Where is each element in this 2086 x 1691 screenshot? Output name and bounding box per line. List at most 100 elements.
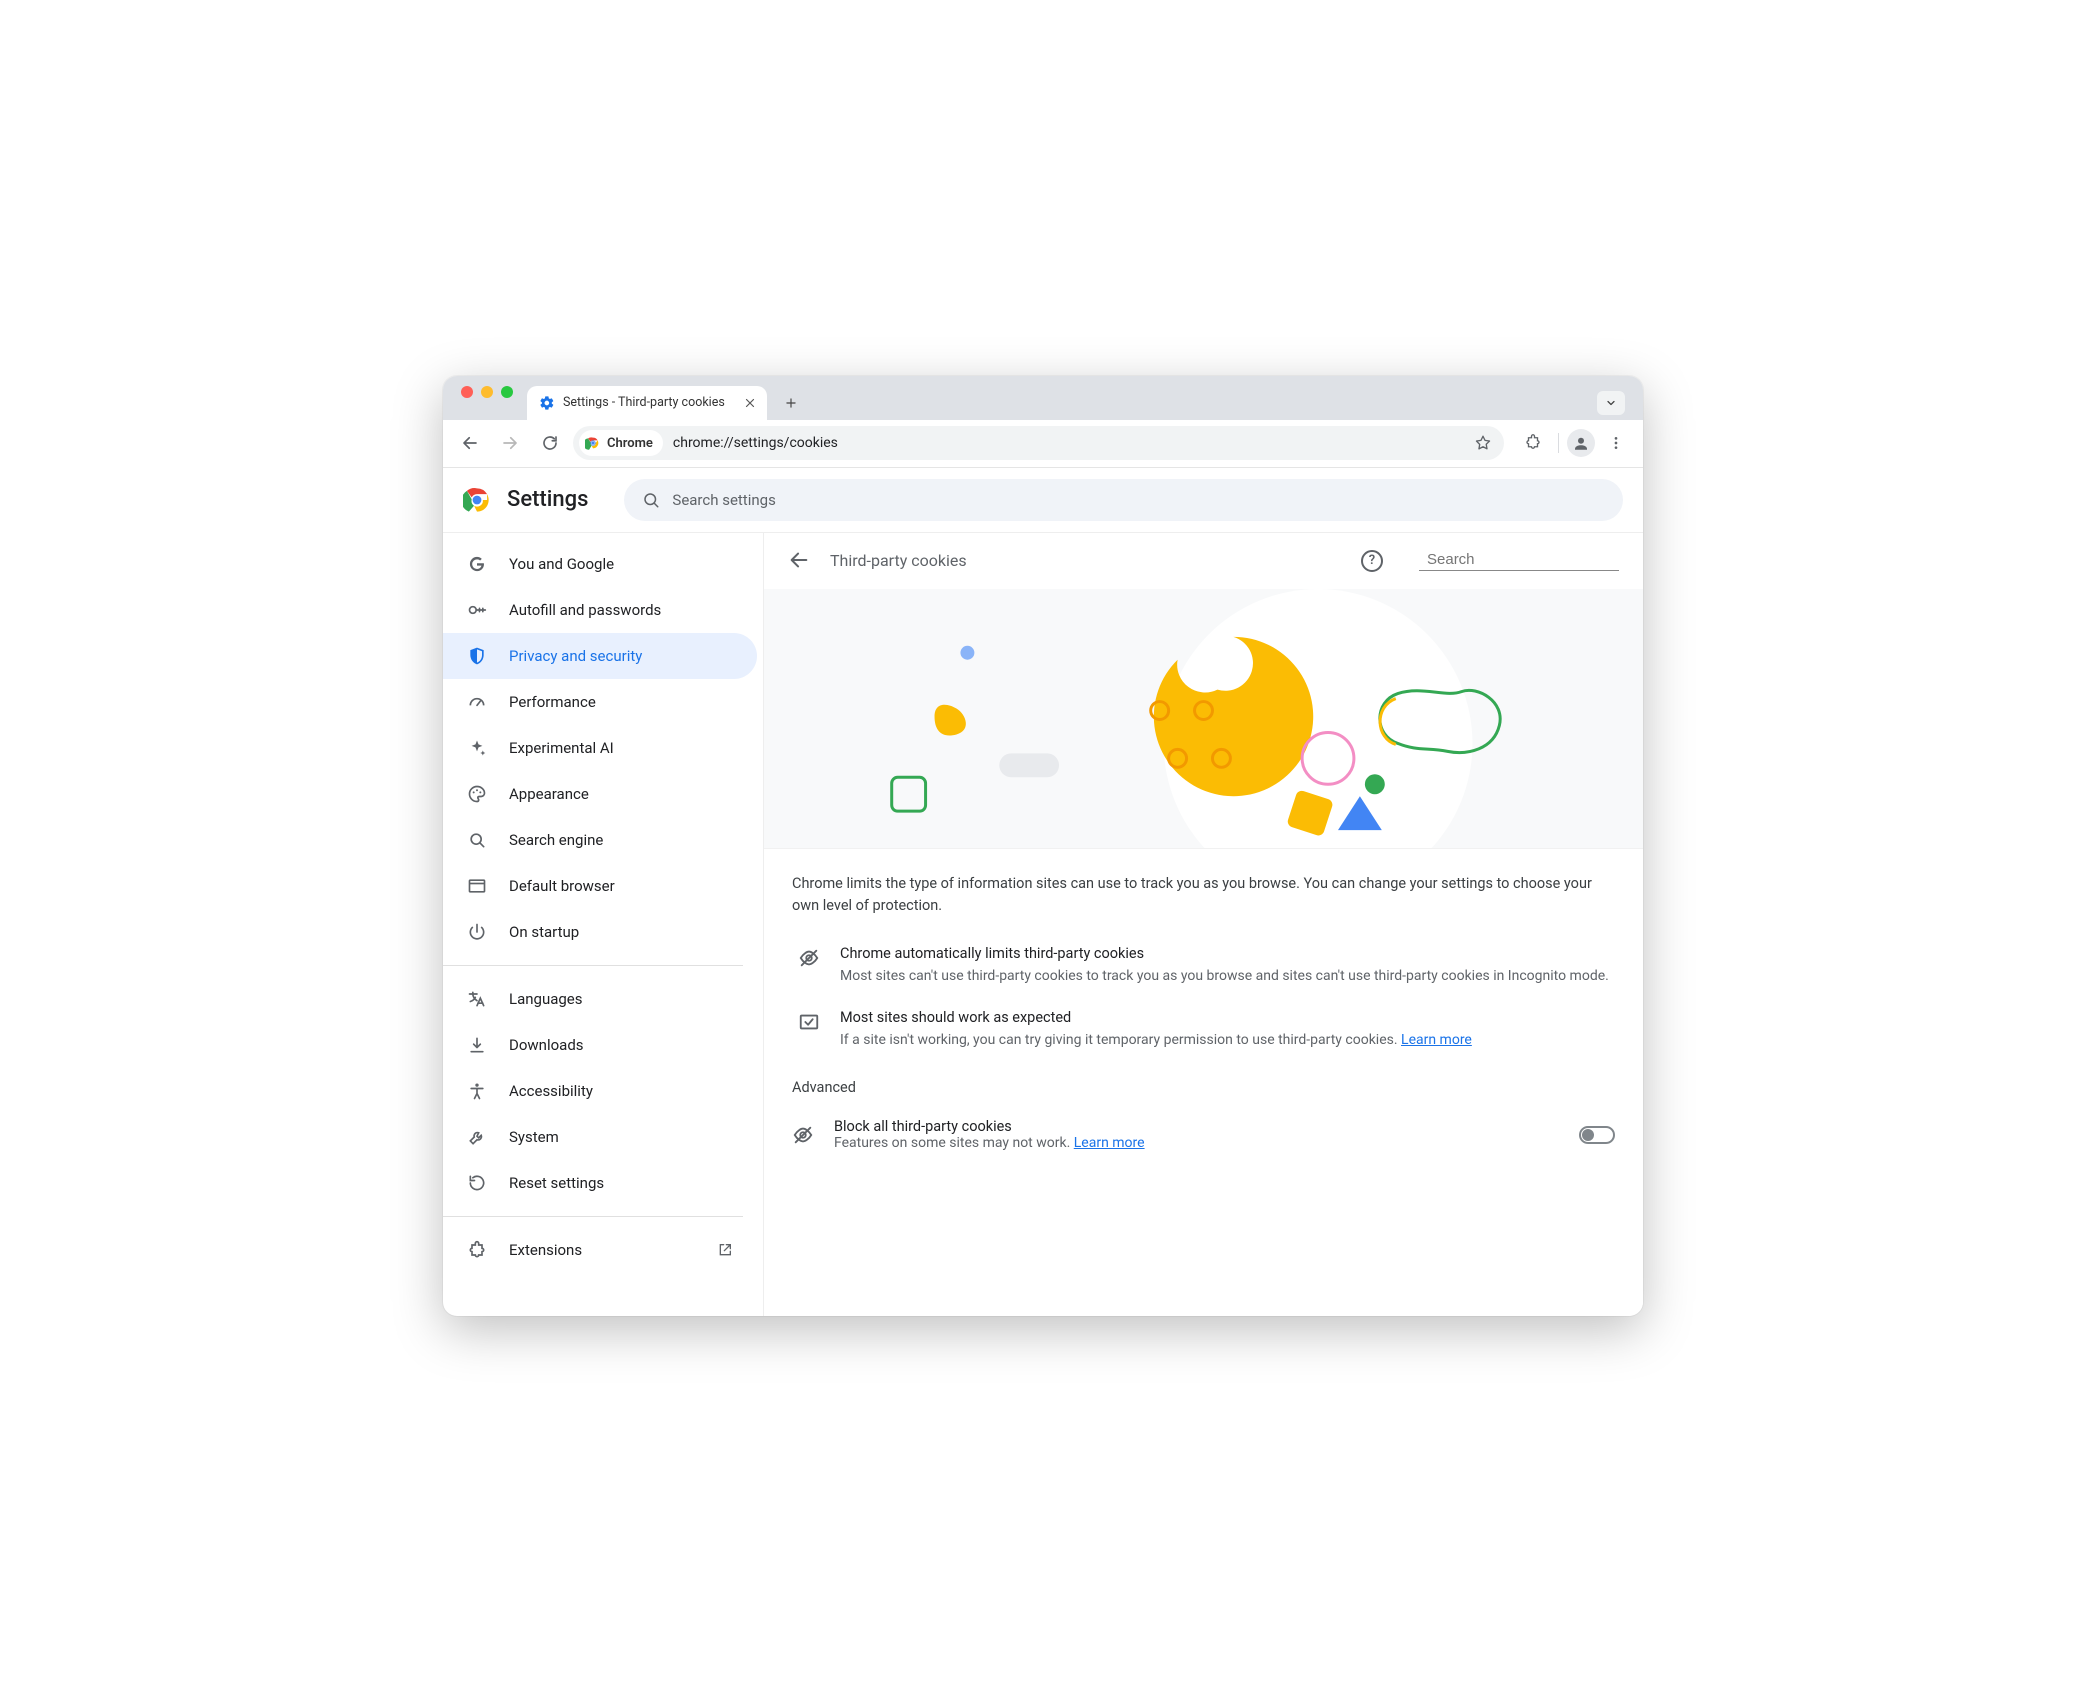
advanced-heading: Advanced [792,1079,1615,1096]
separator [1558,433,1559,453]
nav-item-system[interactable]: System [443,1114,757,1160]
settings-title: Settings [507,487,588,512]
browser-tab[interactable]: Settings - Third-party cookies [527,386,767,420]
palette-icon [467,784,487,804]
block-title: Block all third-party cookies [834,1118,1563,1135]
section-search-input[interactable] [1427,551,1626,568]
profile-button[interactable] [1567,429,1595,457]
nav-item-search-engine[interactable]: Search engine [443,817,757,863]
section-back-button[interactable] [788,549,812,573]
nav-label: Search engine [509,831,603,849]
browser-window: Settings - Third-party cookies Chrome [443,376,1643,1316]
help-button[interactable]: ? [1361,550,1383,572]
nav-label: You and Google [509,555,614,573]
chevron-down-icon [1605,397,1617,409]
learn-more-link[interactable]: Learn more [1074,1135,1145,1151]
nav-item-you-and-google[interactable]: You and Google [443,541,757,587]
shield-icon [467,646,487,666]
row1-title: Chrome automatically limits third-party … [840,945,1609,962]
nav-label: Reset settings [509,1174,604,1192]
google-g-icon [467,554,487,574]
person-icon [1572,434,1590,452]
power-icon [467,922,487,942]
nav-item-downloads[interactable]: Downloads [443,1022,757,1068]
settings-gear-icon [539,395,555,411]
nav-label: Downloads [509,1036,584,1054]
back-button[interactable] [453,426,487,460]
puzzle-icon [467,1240,487,1260]
arrow-left-icon [461,434,479,452]
search-icon [467,830,487,850]
info-row-expected: Most sites should work as expected If a … [792,1001,1615,1065]
address-bar[interactable]: Chrome chrome://settings/cookies [573,426,1504,460]
star-icon [1474,434,1492,452]
nav-label: On startup [509,923,579,941]
chrome-logo-icon [463,486,491,514]
tab-list-button[interactable] [1597,391,1625,415]
forward-button[interactable] [493,426,527,460]
section-title: Third-party cookies [830,551,1343,570]
nav-label: Performance [509,693,596,711]
nav-item-privacy-security[interactable]: Privacy and security [443,633,757,679]
close-tab-icon[interactable] [743,396,757,410]
block-all-row: Block all third-party cookies Features o… [792,1112,1615,1157]
new-tab-button[interactable] [777,389,805,417]
chrome-icon [585,435,601,451]
wrench-icon [467,1127,487,1147]
sidebar-divider [443,1216,743,1217]
nav-item-reset-settings[interactable]: Reset settings [443,1160,757,1206]
reload-button[interactable] [533,426,567,460]
block-all-toggle[interactable] [1579,1126,1615,1144]
reload-icon [541,434,559,452]
plus-icon [784,396,798,410]
tab-title: Settings - Third-party cookies [563,395,735,410]
maximize-window-button[interactable] [501,386,513,398]
nav-item-performance[interactable]: Performance [443,679,757,725]
settings-body: You and Google Autofill and passwords Pr… [443,532,1643,1316]
reset-icon [467,1173,487,1193]
row2-desc: If a site isn't working, you can try giv… [840,1030,1472,1051]
nav-item-appearance[interactable]: Appearance [443,771,757,817]
arrow-right-icon [501,434,519,452]
external-link-icon [717,1242,733,1258]
browser-menu-button[interactable] [1599,426,1633,460]
intro-text: Chrome limits the type of information si… [792,873,1615,918]
settings-main: Third-party cookies ? [763,533,1643,1316]
cookies-illustration [764,589,1643,849]
nav-item-experimental-ai[interactable]: Experimental AI [443,725,757,771]
nav-item-languages[interactable]: Languages [443,976,757,1022]
minimize-window-button[interactable] [481,386,493,398]
section-header: Third-party cookies ? [764,533,1643,589]
checkbox-on-icon [798,1009,824,1051]
nav-label: Experimental AI [509,739,614,757]
close-window-button[interactable] [461,386,473,398]
nav-item-accessibility[interactable]: Accessibility [443,1068,757,1114]
nav-item-on-startup[interactable]: On startup [443,909,757,955]
sidebar-divider [443,965,743,966]
settings-sidebar: You and Google Autofill and passwords Pr… [443,533,763,1316]
hero-art-icon [764,589,1643,848]
download-icon [467,1035,487,1055]
section-content: Chrome limits the type of information si… [764,849,1643,1182]
nav-label: Languages [509,990,583,1008]
row1-desc: Most sites can't use third-party cookies… [840,966,1609,987]
nav-label: Default browser [509,877,615,895]
nav-item-autofill[interactable]: Autofill and passwords [443,587,757,633]
section-search[interactable] [1419,551,1619,571]
nav-label: Extensions [509,1241,582,1259]
nav-label: Privacy and security [509,647,642,665]
extensions-button[interactable] [1516,426,1550,460]
bookmark-button[interactable] [1468,428,1498,458]
nav-item-default-browser[interactable]: Default browser [443,863,757,909]
settings-search[interactable]: Search settings [624,479,1623,521]
more-vert-icon [1608,435,1624,451]
url-text: chrome://settings/cookies [667,435,1464,451]
nav-item-extensions[interactable]: Extensions [443,1227,757,1273]
site-chip[interactable]: Chrome [579,430,663,456]
nav-label: Autofill and passwords [509,601,661,619]
learn-more-link[interactable]: Learn more [1401,1032,1472,1048]
nav-label: Appearance [509,785,589,803]
browser-window-icon [467,876,487,896]
search-icon [642,491,660,509]
row2-title: Most sites should work as expected [840,1009,1472,1026]
